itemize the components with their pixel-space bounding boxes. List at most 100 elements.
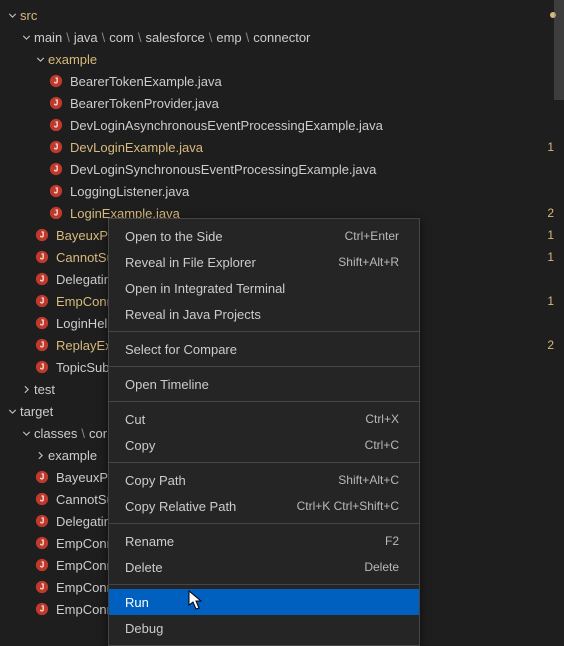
svg-text:J: J bbox=[54, 187, 58, 196]
svg-text:J: J bbox=[40, 605, 44, 614]
menu-item[interactable]: CopyCtrl+C bbox=[109, 432, 419, 458]
menu-item[interactable]: Open Timeline bbox=[109, 371, 419, 397]
java-file-icon: J bbox=[48, 161, 64, 177]
file-label: BearerTokenExample.java bbox=[70, 74, 556, 89]
java-file-icon: J bbox=[34, 271, 50, 287]
file-item[interactable]: J LoggingListener.java bbox=[0, 180, 564, 202]
java-file-icon: J bbox=[34, 513, 50, 529]
svg-text:J: J bbox=[40, 561, 44, 570]
menu-item-label: Open Timeline bbox=[125, 377, 399, 392]
java-file-icon: J bbox=[48, 95, 64, 111]
file-item[interactable]: J BearerTokenExample.java bbox=[0, 70, 564, 92]
menu-separator bbox=[109, 462, 419, 463]
folder-example[interactable]: example bbox=[0, 48, 564, 70]
menu-item[interactable]: Copy Relative PathCtrl+K Ctrl+Shift+C bbox=[109, 493, 419, 519]
java-file-icon: J bbox=[34, 535, 50, 551]
menu-item-label: Select for Compare bbox=[125, 342, 399, 357]
menu-item-shortcut: Ctrl+C bbox=[365, 438, 399, 452]
svg-text:J: J bbox=[54, 121, 58, 130]
folder-label: example bbox=[48, 52, 556, 67]
menu-separator bbox=[109, 331, 419, 332]
menu-item-label: Copy bbox=[125, 438, 365, 453]
java-file-icon: J bbox=[34, 315, 50, 331]
file-label: BearerTokenProvider.java bbox=[70, 96, 556, 111]
menu-item-shortcut: F2 bbox=[385, 534, 399, 548]
chevron-right-icon bbox=[18, 381, 34, 397]
java-file-icon: J bbox=[34, 359, 50, 375]
java-file-icon: J bbox=[34, 601, 50, 617]
menu-item-shortcut: Shift+Alt+C bbox=[338, 473, 399, 487]
menu-item[interactable]: CutCtrl+X bbox=[109, 406, 419, 432]
svg-text:J: J bbox=[54, 143, 58, 152]
scrollbar-thumb[interactable] bbox=[554, 0, 564, 100]
menu-item-label: Copy Path bbox=[125, 473, 338, 488]
svg-text:J: J bbox=[54, 77, 58, 86]
svg-text:J: J bbox=[40, 363, 44, 372]
folder-src[interactable]: src bbox=[0, 4, 564, 26]
menu-separator bbox=[109, 401, 419, 402]
svg-text:J: J bbox=[40, 297, 44, 306]
menu-item-label: Delete bbox=[125, 560, 364, 575]
folder-path-label: main\java\com\salesforce\emp\connector bbox=[34, 30, 556, 45]
file-item[interactable]: JDevLoginAsynchronousEventProcessingExam… bbox=[0, 114, 564, 136]
java-file-icon: J bbox=[34, 249, 50, 265]
menu-item-shortcut: Delete bbox=[364, 560, 399, 574]
menu-item[interactable]: Open to the SideCtrl+Enter bbox=[109, 223, 419, 249]
menu-item[interactable]: Open in Integrated Terminal bbox=[109, 275, 419, 301]
menu-item[interactable]: Copy PathShift+Alt+C bbox=[109, 467, 419, 493]
file-label: DevLoginExample.java bbox=[70, 140, 547, 155]
menu-item-shortcut: Shift+Alt+R bbox=[338, 255, 399, 269]
menu-item-shortcut: Ctrl+K Ctrl+Shift+C bbox=[297, 499, 399, 513]
java-file-icon: J bbox=[34, 469, 50, 485]
chevron-down-icon bbox=[18, 29, 34, 45]
java-file-icon: J bbox=[34, 557, 50, 573]
chevron-down-icon bbox=[4, 7, 20, 23]
java-file-icon: J bbox=[48, 139, 64, 155]
file-item[interactable]: JDevLoginSynchronousEventProcessingExamp… bbox=[0, 158, 564, 180]
context-menu: Open to the SideCtrl+EnterReveal in File… bbox=[108, 218, 420, 646]
menu-item[interactable]: Reveal in Java Projects bbox=[109, 301, 419, 327]
menu-item-label: Debug bbox=[125, 621, 399, 636]
chevron-down-icon bbox=[4, 403, 20, 419]
svg-text:J: J bbox=[40, 517, 44, 526]
menu-item-label: Reveal in File Explorer bbox=[125, 255, 338, 270]
svg-text:J: J bbox=[40, 473, 44, 482]
menu-item-label: Cut bbox=[125, 412, 365, 427]
menu-item[interactable]: Run bbox=[109, 589, 419, 615]
svg-text:J: J bbox=[40, 539, 44, 548]
svg-text:J: J bbox=[54, 99, 58, 108]
chevron-right-icon bbox=[32, 447, 48, 463]
menu-item[interactable]: Reveal in File ExplorerShift+Alt+R bbox=[109, 249, 419, 275]
menu-item-label: Run bbox=[125, 595, 399, 610]
file-label: LoggingListener.java bbox=[70, 184, 556, 199]
java-file-icon: J bbox=[48, 73, 64, 89]
svg-text:J: J bbox=[40, 341, 44, 350]
menu-item-label: Rename bbox=[125, 534, 385, 549]
java-file-icon: J bbox=[48, 117, 64, 133]
chevron-down-icon bbox=[32, 51, 48, 67]
svg-text:J: J bbox=[54, 209, 58, 218]
java-file-icon: J bbox=[34, 293, 50, 309]
scrollbar[interactable] bbox=[554, 0, 564, 634]
java-file-icon: J bbox=[34, 491, 50, 507]
menu-item-label: Open in Integrated Terminal bbox=[125, 281, 399, 296]
menu-item-shortcut: Ctrl+Enter bbox=[345, 229, 399, 243]
folder-path[interactable]: main\java\com\salesforce\emp\connector bbox=[0, 26, 564, 48]
menu-separator bbox=[109, 584, 419, 585]
menu-item-label: Reveal in Java Projects bbox=[125, 307, 399, 322]
file-item[interactable]: J BearerTokenProvider.java bbox=[0, 92, 564, 114]
menu-item[interactable]: Select for Compare bbox=[109, 336, 419, 362]
java-file-icon: J bbox=[34, 227, 50, 243]
folder-label: src bbox=[20, 8, 550, 23]
menu-item-shortcut: Ctrl+X bbox=[365, 412, 399, 426]
svg-text:J: J bbox=[40, 319, 44, 328]
java-file-icon: J bbox=[48, 183, 64, 199]
menu-separator bbox=[109, 523, 419, 524]
svg-text:J: J bbox=[40, 495, 44, 504]
menu-item[interactable]: RenameF2 bbox=[109, 528, 419, 554]
menu-item[interactable]: DeleteDelete bbox=[109, 554, 419, 580]
file-item[interactable]: JDevLoginExample.java1 bbox=[0, 136, 564, 158]
menu-item-label: Open to the Side bbox=[125, 229, 345, 244]
svg-text:J: J bbox=[40, 231, 44, 240]
menu-item[interactable]: Debug bbox=[109, 615, 419, 641]
